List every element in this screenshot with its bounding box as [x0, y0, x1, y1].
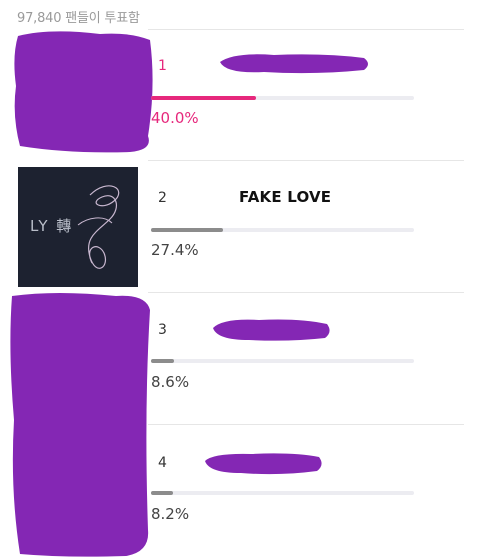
row-divider: [148, 160, 464, 161]
vote-count-header: 97,840 팬들이 투표함: [17, 11, 140, 26]
vote-bar-track: [151, 359, 414, 363]
redacted-song-title: [205, 453, 322, 475]
row-divider: [148, 424, 464, 425]
vote-bar-fill: [151, 491, 173, 495]
vote-percent: 8.2%: [151, 505, 190, 523]
vote-bar-fill: [151, 359, 174, 363]
vote-bar-fill: [151, 228, 224, 232]
vote-bar-track: [151, 228, 414, 232]
vote-percent: 27.4%: [151, 241, 199, 259]
row-divider: [148, 29, 464, 30]
redacted-song-title: [220, 54, 368, 74]
vote-percent: 40.0%: [151, 109, 199, 127]
vote-bar-fill: [151, 96, 257, 100]
rank-number: 2: [158, 190, 167, 206]
song-title: FAKE LOVE: [239, 188, 332, 206]
album-cover: LY 轉: [18, 167, 138, 287]
album-cover-text: LY 轉: [30, 217, 74, 235]
redacted-song-title: [213, 319, 330, 341]
rank-number: 1: [158, 58, 167, 74]
rank-number: 4: [158, 455, 167, 471]
vote-bar-track: [151, 491, 414, 495]
vote-percent: 8.6%: [151, 373, 190, 391]
redacted-album-cover: [14, 31, 153, 153]
redacted-album-cover: [10, 293, 151, 557]
vote-bar-track: [151, 96, 414, 100]
rank-number: 3: [158, 322, 167, 338]
row-divider: [148, 292, 464, 293]
